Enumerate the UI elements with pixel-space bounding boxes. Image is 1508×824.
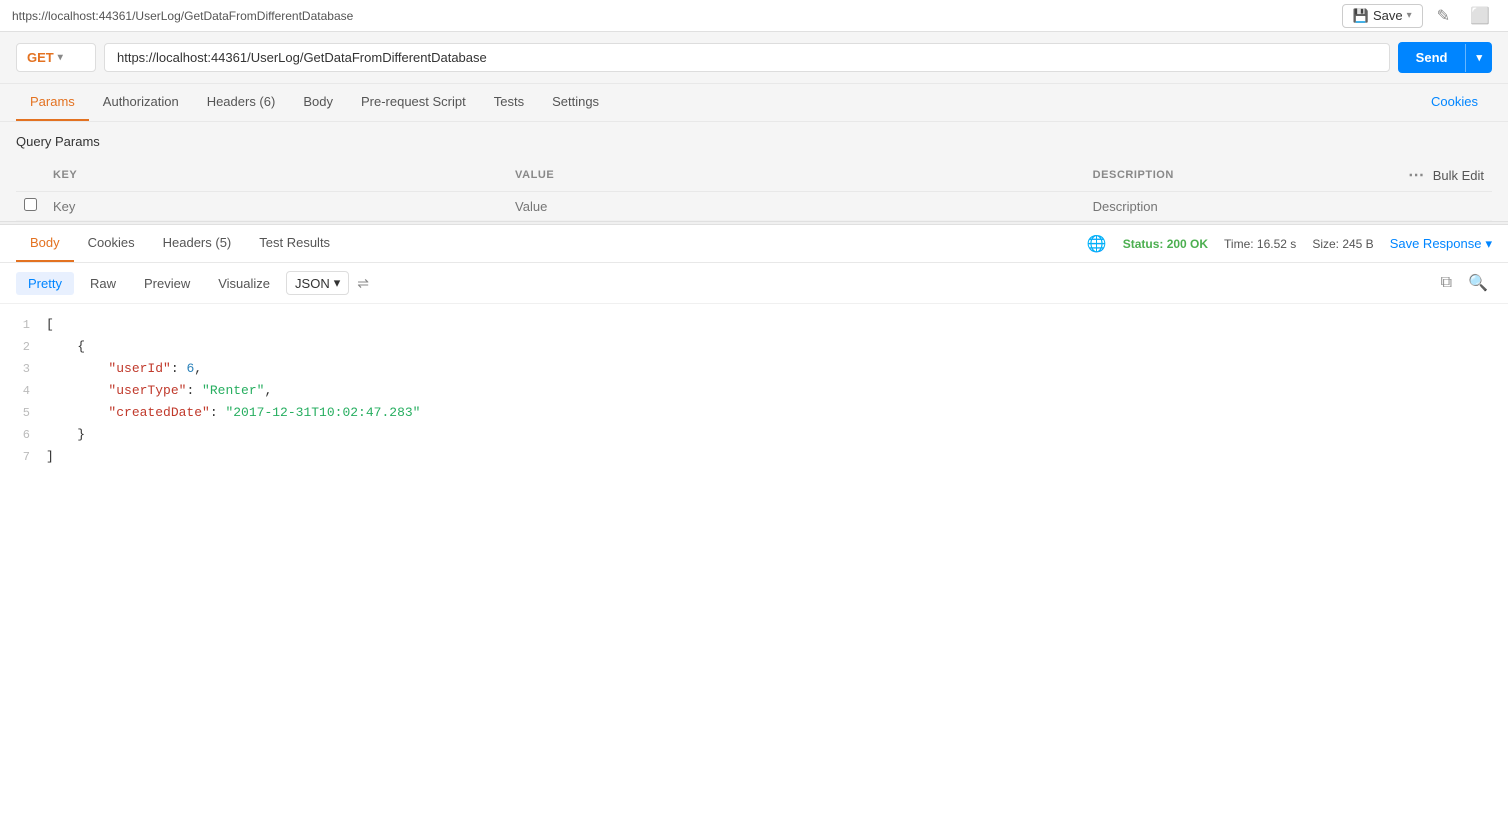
code-line-4: 4 "userType": "Renter", <box>16 380 1492 402</box>
col-description: DESCRIPTION ⋯ Bulk Edit <box>1085 159 1492 192</box>
params-section: Query Params KEY VALUE DESCRIPTION ⋯ Bul… <box>0 122 1508 221</box>
filter-icon[interactable]: ⇌ <box>357 275 369 292</box>
value-input[interactable] <box>515 199 1077 214</box>
line-num-7: 7 <box>16 446 46 468</box>
line-num-2: 2 <box>16 336 46 358</box>
send-chevron-icon: ▾ <box>1466 43 1492 72</box>
code-content-7: ] <box>46 446 54 468</box>
code-content-2: { <box>46 336 85 358</box>
status-size: Size: 245 B <box>1312 237 1373 251</box>
code-line-7: 7 ] <box>16 446 1492 468</box>
format-bar: Pretty Raw Preview Visualize JSON ▾ ⇌ ⧉ … <box>0 263 1508 304</box>
more-options-icon[interactable]: ⋯ <box>1408 165 1425 185</box>
code-line-1: 1 [ <box>16 314 1492 336</box>
save-button[interactable]: 💾 Save ▾ <box>1342 4 1423 28</box>
line-num-1: 1 <box>16 314 46 336</box>
tab-tests[interactable]: Tests <box>480 84 538 121</box>
tab-pre-request-script[interactable]: Pre-request Script <box>347 84 480 121</box>
response-status: 🌐 Status: 200 OK Time: 16.52 s Size: 245… <box>1087 234 1492 254</box>
code-content-4: "userType": "Renter", <box>46 380 272 402</box>
code-area: 1 [ 2 { 3 "userId": 6, 4 "userType": "Re… <box>0 304 1508 824</box>
status-time: Time: 16.52 s <box>1224 237 1296 251</box>
main-layout: GET ▾ Send ▾ Params Authorization Header… <box>0 32 1508 824</box>
value-cell <box>507 192 1085 221</box>
desc-header: DESCRIPTION <box>1093 169 1174 181</box>
params-table: KEY VALUE DESCRIPTION ⋯ Bulk Edit <box>16 159 1492 221</box>
request-panel: GET ▾ Send ▾ Params Authorization Header… <box>0 32 1508 221</box>
tab-authorization[interactable]: Authorization <box>89 84 193 121</box>
key-input[interactable] <box>53 199 499 214</box>
col-value: VALUE <box>507 159 1085 192</box>
top-bar: https://localhost:44361/UserLog/GetDataF… <box>0 0 1508 32</box>
save-chevron-icon: ▾ <box>1407 10 1412 21</box>
line-num-4: 4 <box>16 380 46 402</box>
url-bar: GET ▾ Send ▾ <box>0 32 1508 84</box>
json-format-label: JSON <box>295 276 330 291</box>
col-checkbox <box>16 159 45 192</box>
send-label: Send <box>1398 42 1466 73</box>
row-checkbox-cell <box>16 192 45 221</box>
tab-cookies[interactable]: Cookies <box>1417 84 1492 121</box>
save-response-chevron-icon: ▾ <box>1485 236 1492 252</box>
bulk-edit-button[interactable]: Bulk Edit <box>1433 168 1484 183</box>
save-response-label: Save Response <box>1390 236 1482 251</box>
globe-icon: 🌐 <box>1087 234 1107 254</box>
search-button[interactable]: 🔍 <box>1464 271 1492 295</box>
description-cell <box>1085 192 1492 221</box>
code-line-3: 3 "userId": 6, <box>16 358 1492 380</box>
method-label: GET <box>27 50 54 65</box>
method-select[interactable]: GET ▾ <box>16 43 96 72</box>
response-tab-body[interactable]: Body <box>16 225 74 262</box>
status-ok: Status: 200 OK <box>1123 237 1208 251</box>
tab-body[interactable]: Body <box>289 84 347 121</box>
tab-settings[interactable]: Settings <box>538 84 613 121</box>
response-tabs: Body Cookies Headers (5) Test Results 🌐 … <box>0 225 1508 263</box>
code-line-5: 5 "createdDate": "2017-12-31T10:02:47.28… <box>16 402 1492 424</box>
table-row <box>16 192 1492 221</box>
top-bar-actions: 💾 Save ▾ ✎ ⬜ <box>1342 4 1496 28</box>
request-tabs: Params Authorization Headers (6) Body Pr… <box>0 84 1508 122</box>
format-tab-raw[interactable]: Raw <box>78 272 128 295</box>
format-tab-pretty[interactable]: Pretty <box>16 272 74 295</box>
json-chevron-icon: ▾ <box>334 275 341 291</box>
url-input[interactable] <box>104 43 1390 72</box>
code-content-1: [ <box>46 314 54 336</box>
tab-headers[interactable]: Headers (6) <box>193 84 290 121</box>
format-bar-right: ⧉ 🔍 <box>1437 271 1492 295</box>
row-checkbox[interactable] <box>24 198 37 211</box>
bulk-edit-area: DESCRIPTION ⋯ Bulk Edit <box>1093 165 1484 185</box>
line-num-6: 6 <box>16 424 46 446</box>
response-tab-cookies[interactable]: Cookies <box>74 225 149 262</box>
json-format-select[interactable]: JSON ▾ <box>286 271 349 295</box>
format-tab-visualize[interactable]: Visualize <box>206 272 282 295</box>
copy-button[interactable]: ⧉ <box>1437 271 1456 295</box>
response-tab-headers[interactable]: Headers (5) <box>149 225 246 262</box>
send-button[interactable]: Send ▾ <box>1398 42 1492 73</box>
key-cell <box>45 192 507 221</box>
response-panel: Body Cookies Headers (5) Test Results 🌐 … <box>0 225 1508 824</box>
save-icon: 💾 <box>1353 8 1369 24</box>
code-content-3: "userId": 6, <box>46 358 202 380</box>
method-chevron-icon: ▾ <box>58 52 63 63</box>
top-bar-url: https://localhost:44361/UserLog/GetDataF… <box>12 9 353 23</box>
code-line-6: 6 } <box>16 424 1492 446</box>
code-content-6: } <box>46 424 85 446</box>
code-content-5: "createdDate": "2017-12-31T10:02:47.283" <box>46 402 420 424</box>
description-input[interactable] <box>1093 199 1484 214</box>
format-tab-preview[interactable]: Preview <box>132 272 202 295</box>
query-params-title: Query Params <box>16 134 1492 149</box>
save-label: Save <box>1373 8 1403 23</box>
code-line-2: 2 { <box>16 336 1492 358</box>
window-button[interactable]: ⬜ <box>1464 4 1496 28</box>
edit-button[interactable]: ✎ <box>1431 4 1456 28</box>
line-num-5: 5 <box>16 402 46 424</box>
col-key: KEY <box>45 159 507 192</box>
response-tab-test-results[interactable]: Test Results <box>245 225 344 262</box>
save-response-button[interactable]: Save Response ▾ <box>1390 236 1492 252</box>
tab-params[interactable]: Params <box>16 84 89 121</box>
line-num-3: 3 <box>16 358 46 380</box>
